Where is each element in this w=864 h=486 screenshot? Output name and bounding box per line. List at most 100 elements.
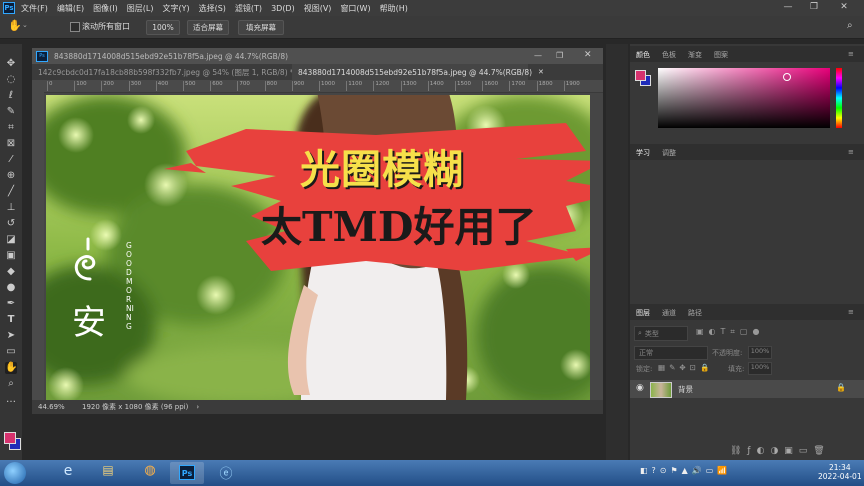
layer-filter-placeholder: 类型 xyxy=(644,329,659,338)
menu-file[interactable]: 文件(F) xyxy=(21,3,48,14)
dodge-tool-icon[interactable]: ● xyxy=(5,282,17,294)
headline-line-2: 太TMD好用了 xyxy=(261,203,537,251)
zoom-tool-icon[interactable]: ⌕ xyxy=(5,378,17,390)
minimize-button[interactable]: — xyxy=(778,2,798,12)
tool-preset-chevron-icon[interactable]: ⌄ xyxy=(22,21,28,29)
hand-tool-icon[interactable]: ✋ xyxy=(5,362,17,374)
search-icon: ⌕ xyxy=(638,329,642,337)
fill-screen-button[interactable]: 填充屏幕 xyxy=(238,20,284,35)
doc-maximize-button[interactable]: ❐ xyxy=(556,51,563,60)
panel-menu-icon[interactable]: ≡ xyxy=(848,148,854,156)
panel-menu-icon[interactable]: ≡ xyxy=(848,50,854,58)
panel-foreground-swatch[interactable] xyxy=(635,70,646,81)
start-button[interactable] xyxy=(4,462,26,484)
vertical-ruler[interactable] xyxy=(32,92,44,400)
frame-tool-icon[interactable]: ⊠ xyxy=(5,138,17,150)
layer-row-background[interactable]: ◉ 背景 🔒 xyxy=(630,380,864,398)
visibility-eye-icon[interactable]: ◉ xyxy=(636,383,644,393)
tab-channels[interactable]: 通道 xyxy=(662,308,676,318)
tab-learn[interactable]: 学习 xyxy=(636,148,650,158)
tab-document-1[interactable]: 142c9cbdc0d17fa18cb88b598f332fb7.jpeg @ … xyxy=(32,64,306,80)
menu-window[interactable]: 窗口(W) xyxy=(340,3,370,14)
zoom-100-button[interactable]: 100% xyxy=(146,20,180,35)
more-tools-icon[interactable]: … xyxy=(5,394,17,406)
panel-menu-icon[interactable]: ≡ xyxy=(848,308,854,316)
brush-tool-icon[interactable]: ╱ xyxy=(5,186,17,198)
internet-explorer-icon[interactable]: e xyxy=(52,463,84,483)
tab-paths[interactable]: 路径 xyxy=(688,308,702,318)
hue-slider[interactable] xyxy=(836,68,842,128)
search-icon[interactable]: ⌕ xyxy=(847,20,853,31)
tab-swatches[interactable]: 色板 xyxy=(662,50,676,60)
menu-help[interactable]: 帮助(H) xyxy=(380,3,408,14)
file-explorer-icon[interactable]: ▤ xyxy=(92,463,124,483)
crop-tool-icon[interactable]: ⌗ xyxy=(5,122,17,134)
doc-close-button[interactable]: ✕ xyxy=(584,50,592,60)
foreground-color-swatch[interactable] xyxy=(4,432,16,444)
tab-color[interactable]: 颜色 xyxy=(636,50,650,60)
maximize-button[interactable]: ❐ xyxy=(804,2,824,12)
color-picker-field[interactable] xyxy=(658,68,830,128)
path-select-tool-icon[interactable]: ➤ xyxy=(5,330,17,342)
status-zoom[interactable]: 44.69% xyxy=(38,403,78,411)
status-menu-arrow-icon[interactable]: › xyxy=(196,403,199,411)
type-tool-icon[interactable]: T xyxy=(5,314,17,326)
tab-gradients[interactable]: 渐变 xyxy=(688,50,702,60)
ps-document-icon: Ps xyxy=(36,50,48,62)
image-canvas[interactable]: 光圈模糊 太TMD好用了 安 GOODMORNING xyxy=(46,95,590,400)
tab-close-icon[interactable]: ✕ xyxy=(538,68,544,76)
tab-adjustments[interactable]: 调整 xyxy=(662,148,676,158)
stamp-tool-icon[interactable]: ⊥ xyxy=(5,202,17,214)
lock-icons[interactable]: ▦✎✥⊡🔒 xyxy=(658,363,713,372)
quick-select-tool-icon[interactable]: ✎ xyxy=(5,106,17,118)
history-brush-tool-icon[interactable]: ↺ xyxy=(5,218,17,230)
status-doc-info: 1920 像素 x 1080 像素 (96 ppi) xyxy=(82,403,189,411)
opacity-input[interactable]: 100% xyxy=(748,346,772,359)
browser-icon[interactable]: ◍ xyxy=(134,463,166,483)
menu-filter[interactable]: 滤镜(T) xyxy=(235,3,262,14)
color-picker-cursor[interactable] xyxy=(783,73,791,81)
marquee-tool-icon[interactable]: ◌ xyxy=(5,74,17,86)
tab-layers[interactable]: 图层 xyxy=(636,308,650,318)
layer-filter-select[interactable]: ⌕ 类型 xyxy=(634,326,688,341)
menu-image[interactable]: 图像(I) xyxy=(93,3,118,14)
menu-type[interactable]: 文字(Y) xyxy=(162,3,189,14)
ruler-tick-label: 1700 xyxy=(509,81,525,91)
fill-input[interactable]: 100% xyxy=(748,362,772,375)
document-title-bar[interactable]: Ps 843880d1714008d515ebd92e51b78f5a.jpeg… xyxy=(32,48,603,64)
lasso-tool-icon[interactable]: ℓ xyxy=(5,90,17,102)
healing-tool-icon[interactable]: ⊕ xyxy=(5,170,17,182)
taskbar-clock[interactable]: 21:34 2022-04-01 xyxy=(818,463,862,481)
horizontal-ruler[interactable]: 0 100 200 300 400 500 600 700 800 900 1000 1100 1200… xyxy=(32,80,603,93)
tab-patterns[interactable]: 图案 xyxy=(714,50,728,60)
ruler-tick-label: 1000 xyxy=(319,81,335,91)
system-tray-icons[interactable]: ◧?⊙⚑▲🔊▭📶 xyxy=(640,466,731,475)
layer-name[interactable]: 背景 xyxy=(678,384,693,395)
fit-screen-button[interactable]: 适合屏幕 xyxy=(187,20,229,35)
tab-document-2[interactable]: 843880d1714008d515ebd92e51b78f5a.jpeg @ … xyxy=(292,64,544,80)
layers-footer-icons[interactable]: ⛓ƒ◐◑▣▭🗑 xyxy=(730,446,831,456)
eyedropper-tool-icon[interactable]: ⁄ xyxy=(5,154,17,166)
scroll-all-checkbox[interactable] xyxy=(70,22,80,32)
menu-select[interactable]: 选择(S) xyxy=(199,3,226,14)
move-tool-icon[interactable]: ✥ xyxy=(5,58,17,70)
blend-mode-select[interactable]: 正常 xyxy=(634,346,708,360)
layer-filter-icons[interactable]: ▣◐T⌗▢● xyxy=(696,327,764,337)
menu-layer[interactable]: 图层(L) xyxy=(127,3,154,14)
photoshop-taskbar-button[interactable]: Ps xyxy=(170,462,204,484)
hand-tool-icon[interactable]: ✋ xyxy=(8,19,22,32)
menu-3d[interactable]: 3D(D) xyxy=(271,4,295,13)
eraser-tool-icon[interactable]: ◪ xyxy=(5,234,17,246)
rectangle-tool-icon[interactable]: ▭ xyxy=(5,346,17,358)
menu-view[interactable]: 视图(V) xyxy=(304,3,332,14)
ie-browser-icon[interactable]: ⓔ xyxy=(210,463,242,483)
gradient-tool-icon[interactable]: ▣ xyxy=(5,250,17,262)
close-button[interactable]: ✕ xyxy=(834,2,854,12)
menu-edit[interactable]: 编辑(E) xyxy=(57,3,84,14)
photoshop-logo-icon[interactable]: Ps xyxy=(3,2,15,14)
blur-tool-icon[interactable]: ◆ xyxy=(5,266,17,278)
fill-label: 填充: xyxy=(728,365,745,373)
pen-tool-icon[interactable]: ✒ xyxy=(5,298,17,310)
blend-mode-value: 正常 xyxy=(639,349,653,357)
doc-minimize-button[interactable]: — xyxy=(534,51,542,60)
